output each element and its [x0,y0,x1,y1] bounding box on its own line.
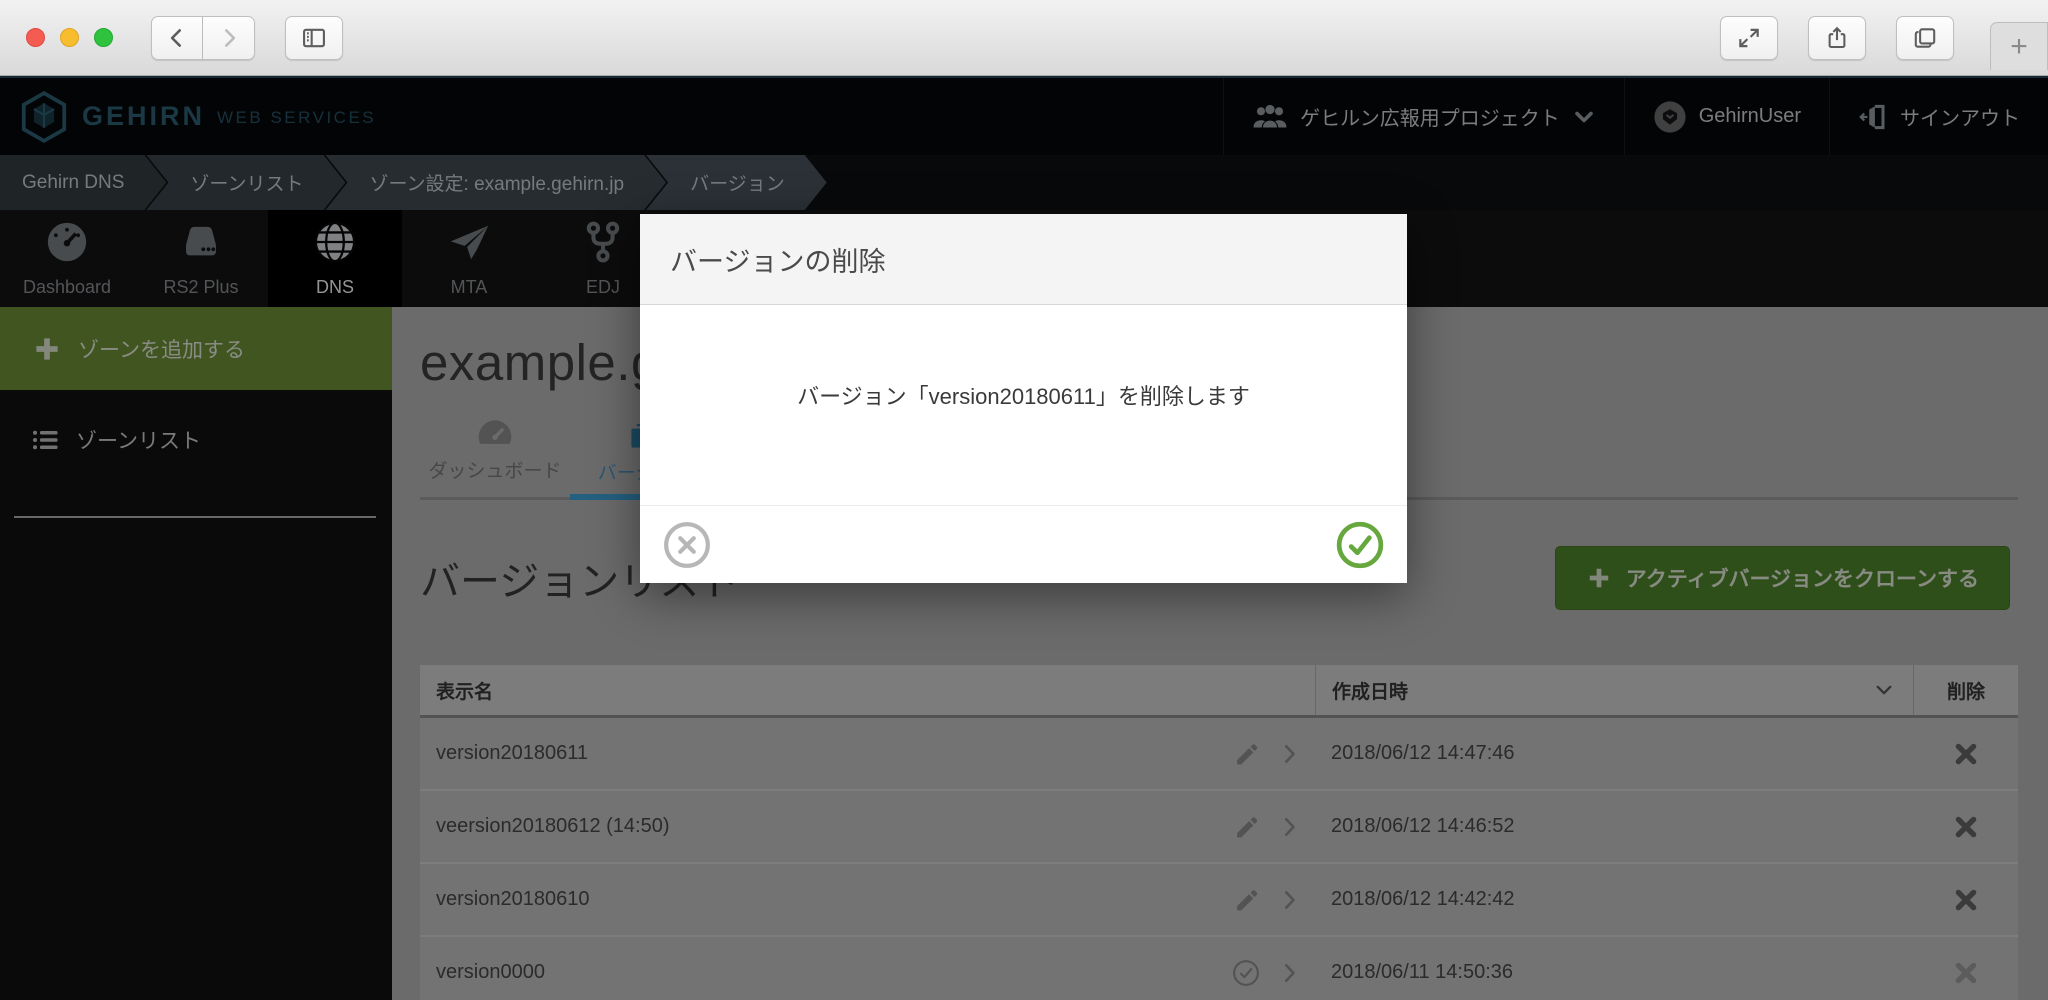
browser-chrome: + [0,0,2048,76]
tab-overview-button[interactable] [1896,16,1954,60]
screen: + GEHIRN WEB SERVICES [0,0,2048,1000]
modal-confirm-button[interactable] [1335,520,1385,570]
zoom-window-button[interactable] [94,28,113,47]
delete-version-modal: バージョンの削除 バージョン「version20180611」を削除します [640,214,1407,583]
sidebar-toggle-icon [300,24,328,52]
sidebar-toggle-button[interactable] [285,16,343,60]
tabs-icon [1912,25,1938,51]
share-button[interactable] [1808,16,1866,60]
new-tab-button[interactable]: + [1990,22,2048,70]
minimize-window-button[interactable] [60,28,79,47]
back-icon [164,25,190,51]
share-icon [1824,25,1850,51]
modal-cancel-button[interactable] [662,520,712,570]
close-window-button[interactable] [26,28,45,47]
modal-title: バージョンの削除 [640,214,1407,305]
modal-message: バージョン「version20180611」を削除します [640,305,1407,505]
fullscreen-icon [1736,25,1762,51]
forward-button[interactable] [203,16,255,60]
window-controls [26,28,113,47]
fullscreen-button[interactable] [1720,16,1778,60]
back-button[interactable] [151,16,203,60]
forward-icon [216,25,242,51]
